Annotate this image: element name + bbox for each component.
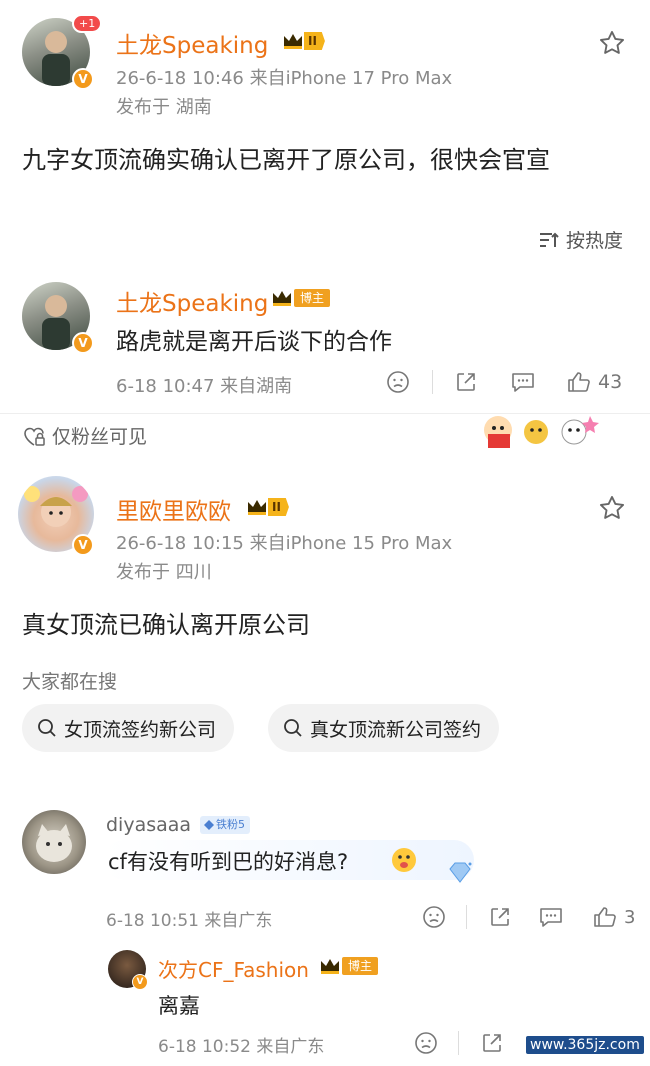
avatar[interactable]: +1 V: [22, 14, 103, 90]
avatar[interactable]: V: [22, 282, 94, 354]
iron-fan-badge: 铁粉5: [200, 816, 250, 834]
dislike-icon[interactable]: [386, 370, 410, 394]
post-text: 九字女顶流确实确认已离开了原公司，很快会官宣: [22, 146, 550, 174]
post-time-device: 26-6-18 10:15 来自iPhone 15 Pro Max: [116, 533, 453, 554]
divider: [466, 905, 467, 929]
avatar[interactable]: V: [108, 950, 148, 990]
verified-icon: V: [72, 534, 94, 556]
star-icon[interactable]: [598, 29, 626, 57]
comment-text: cf有没有听到巴的好消息?: [108, 850, 349, 874]
diamond-icon: [204, 820, 214, 830]
fans-lock-icon: [24, 427, 45, 446]
verified-icon: V: [72, 68, 94, 90]
divider: [432, 370, 433, 394]
share-icon[interactable]: [454, 370, 478, 394]
comment-text: 路虎就是离开后谈下的合作: [116, 329, 392, 355]
crown-icon: [321, 959, 339, 974]
avatar[interactable]: V: [18, 476, 94, 556]
search-chip-1[interactable]: 女顶流签约新公司: [22, 704, 235, 752]
username[interactable]: 土龙Speaking: [116, 26, 268, 60]
crown-icon: [273, 291, 291, 306]
share-icon[interactable]: [488, 905, 512, 929]
post-location: 发布于 湖南: [116, 97, 212, 118]
comment-time-location: 6-18 10:47 来自湖南: [116, 376, 293, 397]
search-chip-2[interactable]: 真女顶流新公司签约: [268, 704, 500, 752]
dislike-icon[interactable]: [422, 905, 446, 929]
emoji-icon: [392, 848, 416, 872]
post-card-2: V 里欧里欧欧 II 26-6-18 10:15 来自iPhone 15 Pro…: [0, 462, 650, 782]
like-button[interactable]: 43: [566, 370, 622, 394]
username[interactable]: 里欧里欧欧: [116, 492, 231, 526]
cartoon-sticker-icon: [484, 416, 599, 448]
like-button[interactable]: 3: [592, 905, 635, 929]
thumbs-up-icon: [594, 907, 616, 927]
divider: [458, 1031, 459, 1055]
comment-time-location: 6-18 10:51 来自广东: [106, 911, 273, 931]
comment-icon[interactable]: [538, 905, 564, 929]
post-card-1: +1 V 土龙Speaking II 26-6-18 10:46 来自iPhon…: [0, 0, 650, 200]
crown-icon: [284, 34, 302, 49]
reply-username[interactable]: 次方CF_Fashion: [158, 954, 309, 983]
plus-one-badge: +1: [72, 14, 103, 33]
post-text: 真女顶流已确认离开原公司: [22, 611, 310, 639]
author-badge: 博主: [270, 288, 331, 308]
search-icon: [38, 719, 56, 737]
verified-icon: V: [72, 332, 94, 354]
comment-section-2: diyasaaa 铁粉5 cf有没有听到巴的好消息? 6-18 10:51 来自…: [0, 790, 650, 1066]
reply-time-location: 6-18 10:52 来自广东: [158, 1037, 325, 1057]
dislike-icon[interactable]: [414, 1031, 438, 1055]
star-icon[interactable]: [598, 494, 626, 522]
post-time-device: 26-6-18 10:46 来自iPhone 17 Pro Max: [116, 68, 453, 89]
comment-section-1: 按热度 V 土龙Speaking 博主 路虎就是离开后谈下的合作 6-18 10…: [0, 210, 650, 460]
search-heading: 大家都在搜: [22, 671, 118, 693]
share-icon[interactable]: [480, 1031, 504, 1055]
sort-by-heat-button[interactable]: 按热度: [538, 226, 623, 253]
level-badge: II: [282, 30, 325, 52]
post-location: 发布于 四川: [116, 562, 212, 583]
comment-username[interactable]: diyasaaa: [106, 814, 191, 836]
author-badge: 博主: [318, 956, 379, 976]
fans-only-label: 仅粉丝可见: [22, 422, 147, 449]
verified-icon: V: [132, 974, 148, 990]
search-icon: [284, 719, 302, 737]
diamond-icon: [449, 862, 472, 883]
comment-username[interactable]: 土龙Speaking: [116, 284, 268, 318]
sort-icon: [540, 232, 559, 247]
avatar[interactable]: [22, 810, 86, 874]
thumbs-up-icon: [568, 372, 590, 392]
watermark: www.365jz.com: [526, 1036, 644, 1054]
comment-icon[interactable]: [510, 370, 536, 394]
level-badge: II: [246, 496, 289, 518]
crown-icon: [248, 500, 266, 515]
reply-text: 离嘉: [158, 994, 200, 1018]
